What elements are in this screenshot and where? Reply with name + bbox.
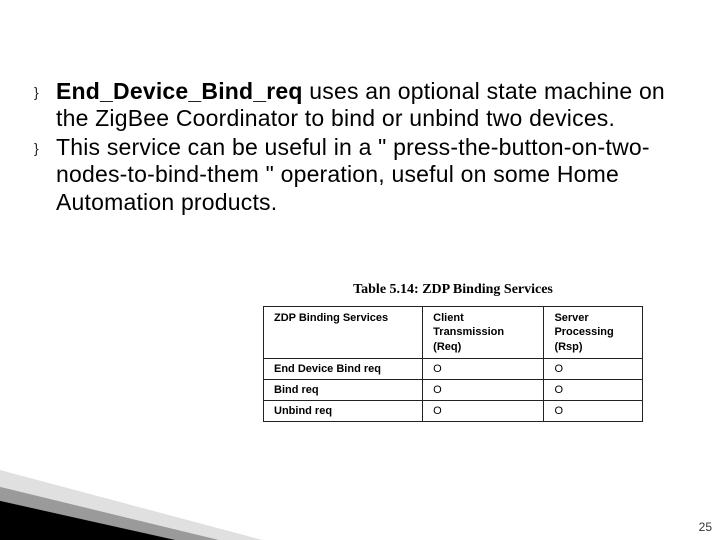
slide: } End_Device_Bind_req uses an optional s… bbox=[0, 0, 720, 540]
table-header-cell: ZDP Binding Services bbox=[264, 307, 423, 359]
table-cell: O bbox=[544, 400, 643, 421]
bullet-item: } This service can be useful in a " pres… bbox=[34, 134, 674, 215]
bullet-marker-icon: } bbox=[34, 84, 56, 100]
table-cell: O bbox=[544, 358, 643, 379]
table-cell: O bbox=[423, 358, 544, 379]
zdp-table: ZDP Binding Services Client Transmission… bbox=[263, 306, 643, 422]
table-row: End Device Bind req O O bbox=[264, 358, 643, 379]
table-cell: Bind req bbox=[264, 379, 423, 400]
table-header-cell: Server Processing (Rsp) bbox=[544, 307, 643, 359]
table-row: Bind req O O bbox=[264, 379, 643, 400]
table-cell: O bbox=[423, 400, 544, 421]
zdp-table-block: Table 5.14: ZDP Binding Services ZDP Bin… bbox=[263, 282, 643, 422]
table-header-row: ZDP Binding Services Client Transmission… bbox=[264, 307, 643, 359]
bullet-item: } End_Device_Bind_req uses an optional s… bbox=[34, 78, 674, 132]
bullet-list: } End_Device_Bind_req uses an optional s… bbox=[34, 78, 674, 218]
table-caption: Table 5.14: ZDP Binding Services bbox=[263, 282, 643, 298]
bullet-text: This service can be useful in a " press-… bbox=[56, 134, 674, 215]
table-cell: Unbind req bbox=[264, 400, 423, 421]
bullet-text: End_Device_Bind_req uses an optional sta… bbox=[56, 78, 674, 132]
swoosh-decoration-icon bbox=[0, 430, 300, 540]
table-row: Unbind req O O bbox=[264, 400, 643, 421]
bullet-rest: This service can be useful in a " press-… bbox=[56, 134, 650, 214]
bullet-bold: End_Device_Bind_req bbox=[56, 78, 303, 104]
table-header-cell: Client Transmission (Req) bbox=[423, 307, 544, 359]
table-cell: O bbox=[544, 379, 643, 400]
table-cell: O bbox=[423, 379, 544, 400]
bullet-marker-icon: } bbox=[34, 140, 56, 156]
table-cell: End Device Bind req bbox=[264, 358, 423, 379]
page-number: 25 bbox=[699, 520, 712, 534]
